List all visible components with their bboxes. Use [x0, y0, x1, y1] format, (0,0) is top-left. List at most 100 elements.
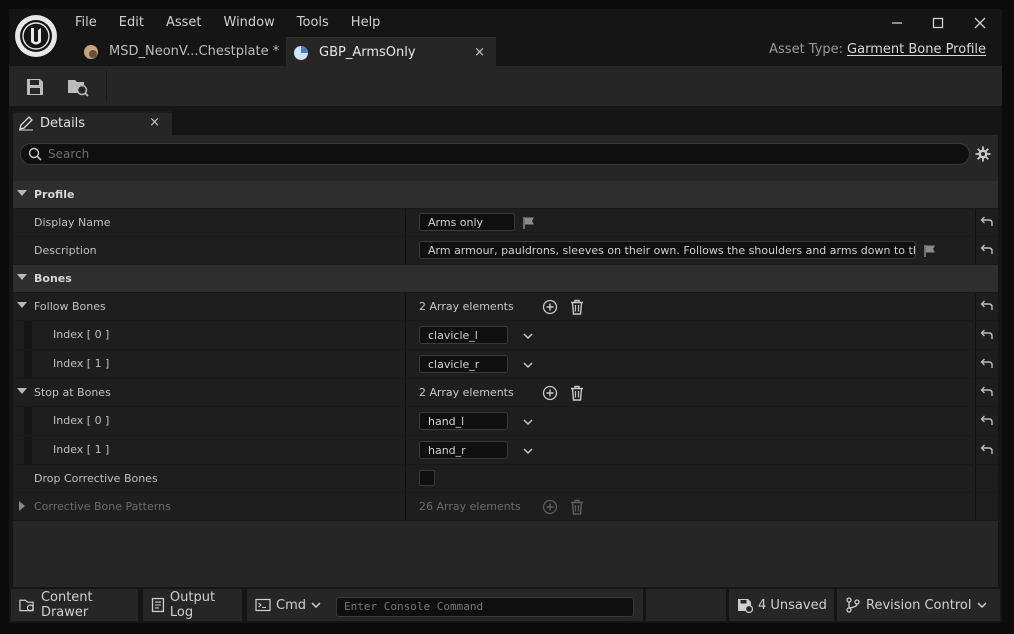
gear-icon	[975, 146, 991, 162]
browse-folder-icon	[68, 80, 89, 97]
description-field[interactable]: Arm armour, pauldrons, sleeves on their …	[419, 241, 916, 259]
status-bar: Content Drawer Output Log Cmd Enter Cons…	[9, 587, 1002, 623]
reset-to-default-button[interactable]	[978, 413, 994, 429]
property-display-name: Display Name Arms only	[13, 209, 998, 237]
category-profile[interactable]: Profile	[13, 181, 998, 209]
tab-chestplate[interactable]: MSD_NeonV...Chestplate *	[79, 37, 287, 66]
column-divider	[405, 436, 406, 464]
column-divider	[975, 436, 976, 464]
indent-guide	[24, 407, 32, 435]
localization-flag-button[interactable]	[520, 214, 538, 232]
add-element-button[interactable]	[541, 298, 559, 316]
details-panel-tab[interactable]: Details ×	[13, 111, 172, 135]
column-divider	[405, 209, 406, 236]
reset-to-default-button[interactable]	[978, 384, 994, 400]
bone-picker-dropdown[interactable]	[519, 327, 537, 345]
menu-help[interactable]: Help	[340, 12, 392, 34]
reset-arrow-icon	[980, 386, 993, 396]
content-drawer-button[interactable]: Content Drawer	[11, 589, 138, 621]
maximize-icon	[932, 17, 944, 29]
bone-picker-dropdown[interactable]	[519, 442, 537, 460]
bone-picker-dropdown[interactable]	[519, 413, 537, 431]
details-panel: Profile Display Name Arms only	[13, 135, 998, 587]
bone-name-field[interactable]: clavicle_r	[419, 355, 508, 373]
material-asset-icon	[84, 44, 98, 59]
minimize-icon	[892, 22, 902, 24]
reset-to-default-button[interactable]	[978, 214, 994, 230]
column-divider	[975, 407, 976, 435]
asset-type-link[interactable]: Garment Bone Profile	[847, 42, 986, 57]
add-element-button[interactable]	[541, 384, 559, 402]
expand-arrow-icon[interactable]	[17, 190, 27, 196]
reset-arrow-icon	[980, 329, 993, 339]
clear-array-button[interactable]	[568, 298, 586, 316]
indent-guide	[24, 436, 32, 464]
flag-icon	[523, 217, 534, 229]
close-window-button[interactable]	[964, 11, 996, 35]
reset-arrow-icon	[980, 300, 993, 310]
unreal-logo-icon[interactable]	[15, 15, 57, 57]
drop-corrective-checkbox[interactable]	[419, 470, 435, 486]
localization-flag-button[interactable]	[921, 242, 939, 260]
maximize-button[interactable]	[922, 11, 954, 35]
reset-to-default-button[interactable]	[978, 356, 994, 372]
reset-to-default-button[interactable]	[978, 327, 994, 343]
menu-file[interactable]: File	[75, 12, 108, 34]
column-divider	[975, 237, 976, 264]
panel-tab-bar: Details ×	[9, 106, 1002, 135]
menu-asset[interactable]: Asset	[155, 12, 213, 34]
console-command-input[interactable]: Enter Console Command	[336, 597, 634, 617]
terminal-icon	[255, 598, 271, 612]
category-bones[interactable]: Bones	[13, 265, 998, 293]
column-divider	[975, 293, 976, 320]
expand-arrow-icon[interactable]	[17, 302, 27, 308]
main-menu: File Edit Asset Window Tools Help	[75, 12, 391, 34]
reset-to-default-button[interactable]	[978, 298, 994, 314]
close-tab-icon[interactable]: ×	[474, 45, 485, 60]
asset-type-label: Asset Type:	[769, 42, 844, 57]
settings-button[interactable]	[975, 146, 991, 165]
expand-arrow-icon[interactable]	[17, 274, 27, 280]
bone-name-field[interactable]: hand_r	[419, 441, 508, 459]
clear-array-button[interactable]	[568, 384, 586, 402]
tab-gbp-armsonly[interactable]: GBP_ArmsOnly ×	[286, 37, 496, 67]
expand-arrow-icon[interactable]	[17, 388, 27, 394]
bone-profile-asset-icon	[294, 45, 308, 60]
menu-edit[interactable]: Edit	[108, 12, 155, 34]
plus-circle-icon	[542, 499, 558, 515]
property-label: Display Name	[34, 216, 111, 229]
content-drawer-icon	[19, 599, 34, 612]
close-icon	[974, 17, 986, 29]
menu-window[interactable]: Window	[213, 12, 286, 34]
close-panel-icon[interactable]: ×	[149, 115, 160, 130]
revision-control-button[interactable]: Revision Control	[837, 589, 1000, 621]
content-drawer-label: Content Drawer	[40, 590, 93, 620]
indent-guide	[24, 350, 32, 378]
chevron-down-icon	[523, 362, 533, 369]
bone-name-field[interactable]: clavicle_l	[419, 326, 508, 344]
property-label: Description	[34, 244, 97, 257]
column-divider	[975, 493, 976, 520]
reset-to-default-button[interactable]	[978, 442, 994, 458]
bone-picker-dropdown[interactable]	[519, 356, 537, 374]
column-divider	[975, 321, 976, 349]
bone-name-field[interactable]: hand_l	[419, 412, 508, 430]
add-element-button	[541, 498, 559, 516]
console-bar: Cmd Enter Console Command	[247, 589, 643, 621]
output-log-button[interactable]: Output Log	[143, 589, 242, 621]
menu-tools[interactable]: Tools	[286, 12, 340, 34]
save-button[interactable]	[24, 76, 46, 98]
reset-arrow-icon	[980, 415, 993, 425]
column-divider	[405, 350, 406, 378]
chevron-down-icon	[523, 419, 533, 426]
trash-icon	[571, 299, 583, 315]
display-name-field[interactable]: Arms only	[419, 213, 515, 231]
reset-to-default-button[interactable]	[978, 242, 994, 258]
minimize-button[interactable]	[881, 11, 913, 35]
search-input[interactable]	[48, 144, 948, 164]
unsaved-assets-button[interactable]: 4 Unsaved	[729, 589, 834, 621]
array-element-row: Index [ 0 ] hand_l	[13, 407, 998, 436]
browse-to-asset-button[interactable]	[67, 76, 89, 98]
expand-arrow-icon[interactable]	[19, 501, 25, 511]
cmd-selector[interactable]: Cmd	[276, 598, 306, 613]
